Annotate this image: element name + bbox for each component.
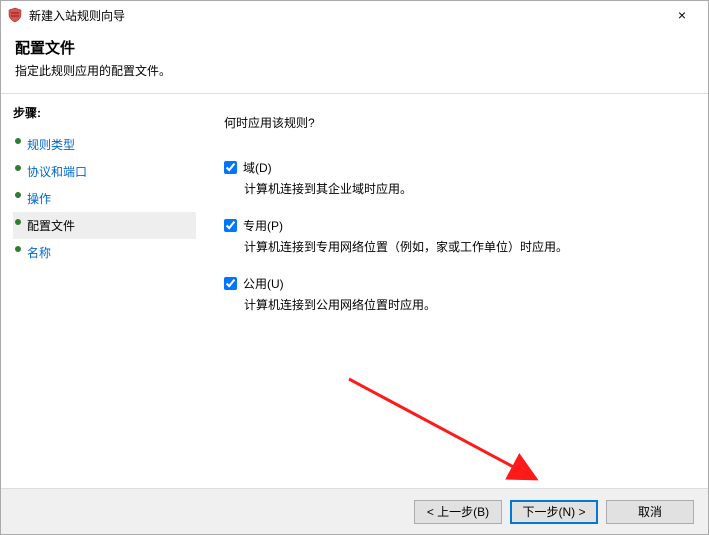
firewall-icon <box>7 7 23 23</box>
label-private: 专用(P) <box>243 217 283 234</box>
option-domain: 域(D) 计算机连接到其企业域时应用。 <box>224 159 688 197</box>
window-title: 新建入站规则向导 <box>29 7 662 24</box>
desc-private: 计算机连接到专用网络位置（例如，家或工作单位）时应用。 <box>244 238 688 255</box>
back-button[interactable]: < 上一步(B) <box>414 500 502 524</box>
close-button[interactable]: × <box>662 1 702 29</box>
next-button[interactable]: 下一步(N) > <box>510 500 598 524</box>
titlebar: 新建入站规则向导 × <box>1 1 708 29</box>
label-domain: 域(D) <box>243 159 272 176</box>
desc-domain: 计算机连接到其企业域时应用。 <box>244 180 688 197</box>
checkbox-domain[interactable] <box>224 161 237 174</box>
page-title: 配置文件 <box>15 37 694 58</box>
steps-sidebar: 步骤: 规则类型 协议和端口 操作 配置文件 名称 <box>1 94 196 488</box>
steps-list: 规则类型 协议和端口 操作 配置文件 名称 <box>13 131 196 266</box>
desc-public: 计算机连接到公用网络位置时应用。 <box>244 296 688 313</box>
main-panel: 何时应用该规则? 域(D) 计算机连接到其企业域时应用。 专用(P) 计算机连接… <box>196 94 708 488</box>
wizard-footer: < 上一步(B) 下一步(N) > 取消 <box>1 488 708 534</box>
step-rule-type[interactable]: 规则类型 <box>13 131 196 158</box>
cancel-button[interactable]: 取消 <box>606 500 694 524</box>
step-name[interactable]: 名称 <box>13 239 196 266</box>
checkbox-private[interactable] <box>224 219 237 232</box>
label-public: 公用(U) <box>243 275 284 292</box>
step-profile[interactable]: 配置文件 <box>13 212 196 239</box>
prompt-text: 何时应用该规则? <box>224 114 688 131</box>
steps-heading: 步骤: <box>13 104 196 121</box>
option-public: 公用(U) 计算机连接到公用网络位置时应用。 <box>224 275 688 313</box>
option-private: 专用(P) 计算机连接到专用网络位置（例如，家或工作单位）时应用。 <box>224 217 688 255</box>
step-protocol-ports[interactable]: 协议和端口 <box>13 158 196 185</box>
page-subtitle: 指定此规则应用的配置文件。 <box>15 62 694 79</box>
checkbox-public[interactable] <box>224 277 237 290</box>
step-action[interactable]: 操作 <box>13 185 196 212</box>
wizard-header: 配置文件 指定此规则应用的配置文件。 <box>1 29 708 93</box>
